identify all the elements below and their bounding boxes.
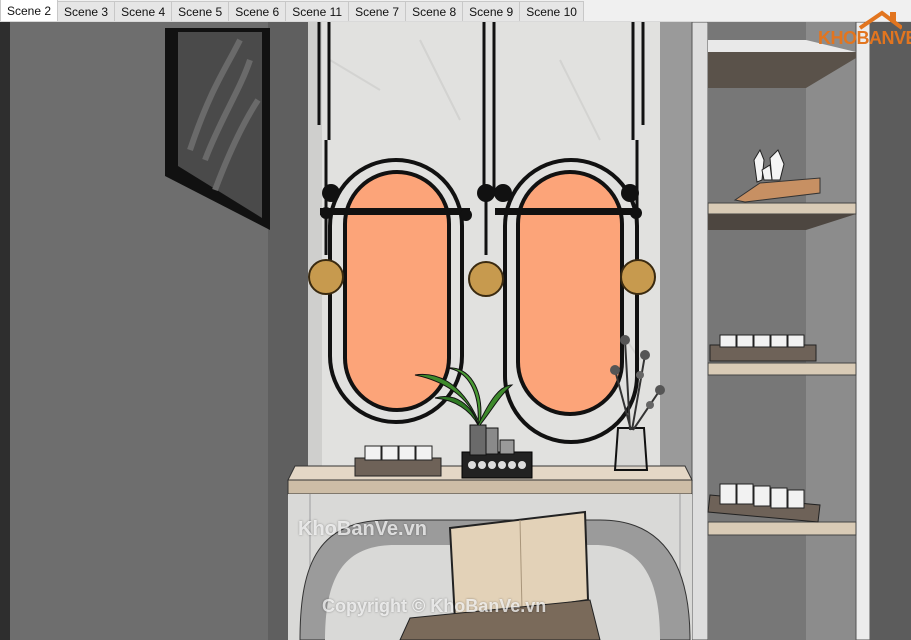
tab-scene-11[interactable]: Scene 11 bbox=[285, 1, 350, 21]
copyright-watermark: Copyright © KhoBanVe.vn bbox=[322, 596, 547, 616]
scene-render bbox=[0, 22, 911, 640]
wall-edge bbox=[0, 22, 10, 640]
counter-towel-tray bbox=[354, 445, 442, 477]
tab-scene-2[interactable]: Scene 2 bbox=[0, 0, 59, 21]
house-roof-icon bbox=[858, 10, 902, 30]
tab-scene-7[interactable]: Scene 7 bbox=[348, 1, 407, 21]
3d-viewport[interactable]: KhoBanVe.vn Copyright © KhoBanVe.vn bbox=[0, 22, 911, 640]
shelving-unit bbox=[691, 22, 911, 640]
center-watermark: KhoBanVe.vn bbox=[298, 518, 427, 540]
niche-side-wall bbox=[660, 22, 692, 482]
scene-tab-bar: Scene 2 Scene 3 Scene 4 Scene 5 Scene 6 … bbox=[0, 0, 911, 22]
tab-scene-3[interactable]: Scene 3 bbox=[57, 1, 116, 21]
tab-scene-5[interactable]: Scene 5 bbox=[171, 1, 230, 21]
tab-scene-4[interactable]: Scene 4 bbox=[114, 1, 173, 21]
tab-scene-8[interactable]: Scene 8 bbox=[405, 1, 464, 21]
logo-text: KHOBANVE bbox=[818, 28, 911, 48]
tab-scene-9[interactable]: Scene 9 bbox=[462, 1, 521, 21]
shelf-towel-tray-1 bbox=[709, 334, 817, 362]
tab-scene-10[interactable]: Scene 10 bbox=[519, 1, 584, 21]
tab-scene-6[interactable]: Scene 6 bbox=[228, 1, 287, 21]
brand-logo: KHOBANVE bbox=[816, 10, 911, 58]
